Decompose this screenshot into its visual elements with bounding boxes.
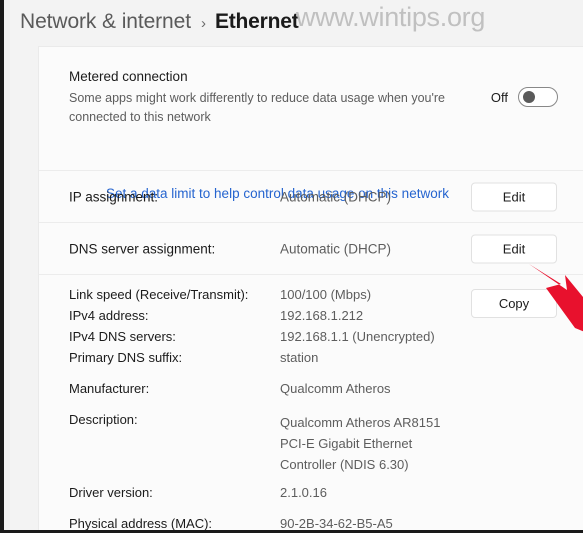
dns-server-assignment-label: DNS server assignment: (69, 241, 216, 256)
description-value-line-3: Controller (NDIS 6.30) (280, 457, 409, 472)
dns-server-assignment-value: Automatic (DHCP) (280, 241, 392, 256)
metered-connection-description: Some apps might work differently to redu… (69, 91, 445, 124)
window-left-edge (0, 0, 4, 533)
dns-server-assignment-row: DNS server assignment: Automatic (DHCP) … (39, 223, 583, 274)
detail-row: Link speed (Receive/Transmit): 100/100 (… (39, 287, 583, 308)
dns-server-assignment-edit-button[interactable]: Edit (471, 234, 557, 263)
metered-connection-toggle-group[interactable]: Off (491, 87, 558, 107)
physical-address-label: Physical address (MAC): (69, 516, 213, 531)
detail-row: IPv4 DNS servers: 192.168.1.1 (Unencrypt… (39, 329, 583, 350)
description-value-line-2: PCI-E Gigabit Ethernet (280, 436, 413, 451)
detail-row: Manufacturer: Qualcomm Atheros (39, 381, 583, 402)
metered-connection-title: Metered connection (69, 69, 188, 84)
primary-dns-suffix-value: station (280, 350, 319, 365)
settings-card: Metered connection Some apps might work … (38, 46, 583, 533)
metered-connection-toggle[interactable] (518, 87, 558, 107)
detail-row: Driver version: 2.1.0.16 (39, 485, 583, 506)
breadcrumb: Network & internet › Ethernet (20, 3, 299, 41)
primary-dns-suffix-label: Primary DNS suffix: (69, 350, 183, 365)
driver-version-label: Driver version: (69, 485, 153, 500)
description-label: Description: (69, 412, 138, 427)
ipv4-dns-servers-value: 192.168.1.1 (Unencrypted) (280, 329, 435, 344)
link-speed-label: Link speed (Receive/Transmit): (69, 287, 249, 302)
ip-assignment-row: IP assignment: Automatic (DHCP) Edit (39, 171, 583, 222)
settings-ethernet-page: Network & internet › Ethernet www.wintip… (0, 0, 583, 533)
manufacturer-label: Manufacturer: (69, 381, 150, 396)
adapter-details-section: Copy Link speed (Receive/Transmit): 100/… (39, 275, 583, 533)
toggle-knob (523, 91, 535, 103)
ip-assignment-label: IP assignment: (69, 189, 159, 204)
ip-assignment-value: Automatic (DHCP) (280, 189, 392, 204)
detail-row: IPv4 address: 192.168.1.212 (39, 308, 583, 329)
description-value-line-1: Qualcomm Atheros AR8151 (280, 415, 441, 430)
detail-row: Description: Qualcomm Atheros AR8151 PCI… (39, 412, 583, 475)
detail-row: Primary DNS suffix: station (39, 350, 583, 371)
driver-version-value: 2.1.0.16 (280, 485, 327, 500)
site-watermark: www.wintips.org (296, 2, 486, 32)
ipv4-address-value: 192.168.1.212 (280, 308, 364, 323)
ipv4-address-label: IPv4 address: (69, 308, 149, 323)
link-speed-value: 100/100 (Mbps) (280, 287, 372, 302)
ip-assignment-edit-button[interactable]: Edit (471, 182, 557, 211)
breadcrumb-chevron-icon: › (200, 14, 206, 32)
manufacturer-value: Qualcomm Atheros (280, 381, 391, 396)
metered-connection-section: Metered connection Some apps might work … (39, 47, 583, 201)
physical-address-value: 90-2B-34-62-B5-A5 (280, 516, 393, 531)
metered-toggle-state-label: Off (490, 89, 508, 105)
breadcrumb-parent-link[interactable]: Network & internet (20, 10, 191, 34)
page-title: Ethernet (214, 10, 299, 33)
description-value: Qualcomm Atheros AR8151 PCI-E Gigabit Et… (280, 412, 440, 475)
ipv4-dns-servers-label: IPv4 DNS servers: (69, 329, 176, 344)
